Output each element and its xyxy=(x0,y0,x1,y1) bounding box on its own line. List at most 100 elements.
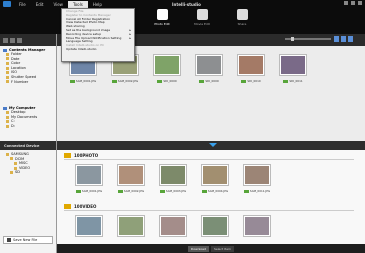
thumbnail-image xyxy=(161,166,185,184)
thumbnail-image xyxy=(245,166,269,184)
menu-edit[interactable]: Edit xyxy=(31,1,49,8)
thumbnail[interactable]: SDI_0000 xyxy=(152,54,182,83)
group-header-photo[interactable]: 100PHOTO xyxy=(64,153,98,158)
file-type-icon xyxy=(69,79,75,83)
thumbnail[interactable] xyxy=(74,215,104,237)
thumbnail[interactable]: SAM_0004.JPG xyxy=(200,164,230,193)
thumbnail-image xyxy=(281,56,305,74)
thumbnail[interactable] xyxy=(116,215,146,237)
thumbnail-image xyxy=(245,217,269,235)
minimize-icon[interactable] xyxy=(344,1,348,5)
footer-bar: Download Select Item xyxy=(57,244,365,253)
folder-icon xyxy=(6,71,9,75)
close-icon[interactable] xyxy=(358,1,362,5)
thumbnail-image xyxy=(155,56,179,74)
my-computer-tree: Desktop My Documents C: D: xyxy=(0,110,56,128)
movie-edit-icon xyxy=(196,9,208,20)
menu-item-update[interactable]: Update Intelli-studio xyxy=(62,47,134,52)
file-type-icon xyxy=(243,189,249,193)
video-thumbnails xyxy=(74,215,272,237)
folder-icon xyxy=(6,61,9,65)
device-tree: SAMSUNG DCIM MISC VIDEO SD xyxy=(0,152,56,175)
contents-manager-tree: Folder Date Color Location ISO Shutter S… xyxy=(0,52,56,84)
thumbnail[interactable]: SAM_0001.JPG xyxy=(74,164,104,193)
menu-file[interactable]: File xyxy=(14,1,31,8)
thumbnail-image xyxy=(77,217,101,235)
window-controls xyxy=(344,1,362,5)
thumbnail-image xyxy=(77,166,101,184)
file-type-icon xyxy=(111,79,117,83)
thumbnail-image xyxy=(197,56,221,74)
folder-icon xyxy=(6,115,9,119)
file-type-icon xyxy=(199,79,205,83)
mode-photo-edit[interactable]: Photo Edit xyxy=(147,9,177,29)
thumbnail-image xyxy=(239,56,263,74)
view-buttons xyxy=(334,36,353,42)
back-icon[interactable] xyxy=(3,37,8,43)
thumbnail[interactable]: SAM_0002.JPG xyxy=(116,164,146,193)
folder-icon xyxy=(14,166,17,170)
folder-icon xyxy=(10,171,13,175)
file-type-icon xyxy=(283,79,289,83)
device-content-header xyxy=(57,141,365,150)
file-type-icon xyxy=(201,189,207,193)
folder-icon xyxy=(3,48,7,52)
menu-help[interactable]: Help xyxy=(88,1,107,8)
thumbnail[interactable] xyxy=(158,215,188,237)
folder-icon xyxy=(6,80,9,84)
folder-icon xyxy=(14,161,17,165)
app-icon xyxy=(3,1,11,7)
photo-thumbnails: SAM_0001.JPG SAM_0002.JPG SAM_0003.JPG S… xyxy=(74,164,272,193)
zoom-slider[interactable] xyxy=(285,37,331,41)
left-toolbar xyxy=(0,34,56,46)
mode-share[interactable]: Share xyxy=(227,9,257,29)
mode-switcher: Photo Edit Movie Edit Share xyxy=(147,9,257,29)
zoom-slider-knob[interactable] xyxy=(291,37,294,41)
save-new-file-button[interactable]: Save New File xyxy=(3,236,53,244)
download-tab[interactable]: Download xyxy=(188,245,209,252)
thumbnail[interactable] xyxy=(200,215,230,237)
tree-item-sd[interactable]: SD xyxy=(6,170,56,175)
group-header-video[interactable]: 100VIDEO xyxy=(64,204,96,209)
folder-icon xyxy=(6,110,9,114)
thumbnail[interactable]: SDI_0010 xyxy=(236,54,266,83)
drive-icon xyxy=(6,124,9,128)
thumbnail-image xyxy=(203,166,227,184)
thumbnail[interactable] xyxy=(242,215,272,237)
folder-icon xyxy=(10,157,13,161)
grid-view-icon[interactable] xyxy=(341,36,346,42)
folder-icon xyxy=(6,57,9,61)
maximize-icon[interactable] xyxy=(351,1,355,5)
select-item-tab[interactable]: Select Item xyxy=(210,245,234,252)
brand-title: Intelli-studio xyxy=(172,2,201,7)
folder-icon xyxy=(6,75,9,79)
save-icon xyxy=(7,238,11,242)
divider xyxy=(64,210,354,211)
thumbnail[interactable]: SAM_0011.JPG xyxy=(242,164,272,193)
forward-icon[interactable] xyxy=(10,37,15,43)
collapse-arrow-icon[interactable] xyxy=(209,143,217,147)
tree-item-d-drive[interactable]: D: xyxy=(6,124,56,129)
menu-tools[interactable]: Tools xyxy=(67,0,88,8)
mode-movie-edit[interactable]: Movie Edit xyxy=(187,9,217,29)
file-type-icon xyxy=(117,189,123,193)
folder-icon xyxy=(64,204,71,209)
computer-icon xyxy=(3,106,7,110)
thumbnail-image xyxy=(161,217,185,235)
photo-edit-icon xyxy=(156,9,168,20)
tools-menu: Change File Register to Contents Manager… xyxy=(61,8,135,62)
thumbnail[interactable]: SAM_0003.JPG xyxy=(158,164,188,193)
detail-view-icon[interactable] xyxy=(348,36,353,42)
file-type-icon xyxy=(159,189,165,193)
list-view-icon[interactable] xyxy=(334,36,339,42)
thumbnail[interactable]: SDI_0009 xyxy=(194,54,224,83)
device-icon xyxy=(6,152,9,156)
folder-icon xyxy=(6,66,9,70)
thumbnail-image xyxy=(119,166,143,184)
tree-item-f-number[interactable]: F Number xyxy=(6,80,56,85)
menu-view[interactable]: View xyxy=(48,1,68,8)
folder-icon xyxy=(6,52,9,56)
thumbnail[interactable]: SDI_0011 xyxy=(278,54,308,83)
refresh-icon[interactable] xyxy=(17,37,22,43)
file-type-icon xyxy=(157,79,163,83)
